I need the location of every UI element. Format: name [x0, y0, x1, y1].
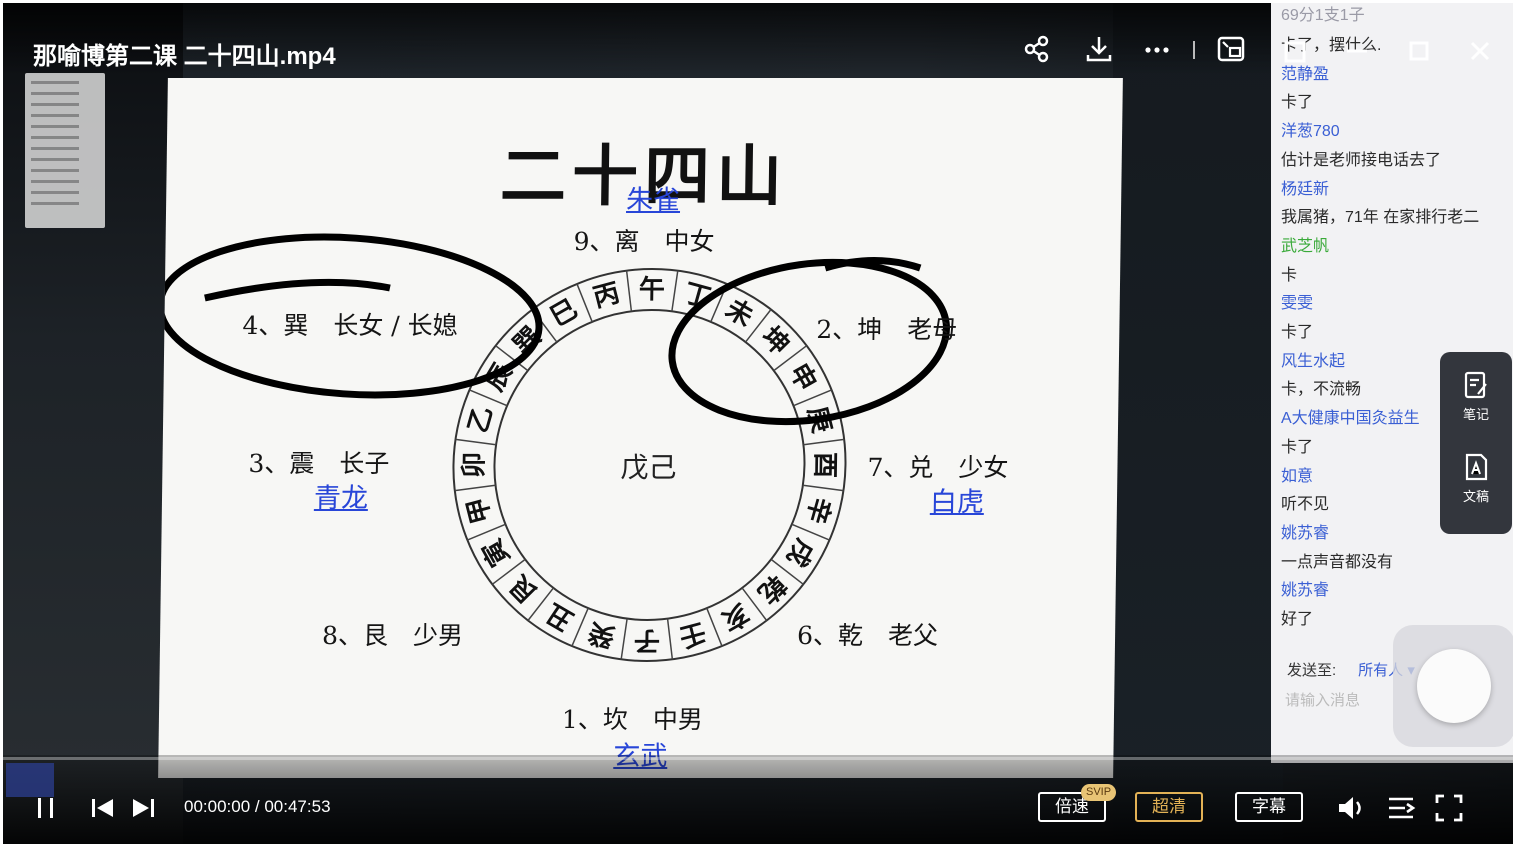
- trigram-gen: 8、艮 少男: [321, 621, 464, 650]
- trigram-qian: 6、乾 老父: [796, 621, 939, 650]
- ring-character: 酉: [809, 452, 839, 478]
- ring-character: 辛: [800, 494, 837, 527]
- quality-button[interactable]: 超清: [1135, 792, 1203, 822]
- notes-label: 笔记: [1462, 408, 1489, 423]
- time-display: 00:00:00 / 00:47:53: [184, 797, 331, 816]
- next-icon[interactable]: [129, 793, 159, 823]
- ring-character: 丑: [541, 597, 579, 636]
- ring-character: 申: [783, 359, 822, 397]
- ring-character: 卯: [459, 452, 489, 478]
- ring-spoke: [802, 484, 844, 492]
- close-icon[interactable]: [1460, 31, 1500, 71]
- chat-message: 卡: [1281, 266, 1298, 284]
- chat-message: 我属猪，71年 在家排行老二: [1281, 209, 1480, 227]
- trigram-zhen: 3、震 长子: [248, 449, 390, 478]
- assistant-circle: [1417, 649, 1491, 723]
- side-tools-panel: 笔记 文稿: [1440, 352, 1512, 534]
- share-icon[interactable]: [1021, 33, 1053, 65]
- chat-username[interactable]: 洋葱780: [1281, 117, 1340, 141]
- notes-button[interactable]: 笔记: [1440, 370, 1512, 423]
- ring-character: 戌: [780, 534, 819, 572]
- trigram-kan: 1、坎 中男: [561, 705, 704, 734]
- trigram-dui: 7、兑 少女: [867, 453, 1009, 482]
- chat-top-snippet: 69分1支1子: [1281, 7, 1365, 24]
- ring-character: 子: [634, 625, 660, 655]
- direction-west: 白虎: [929, 487, 985, 518]
- pause-icon[interactable]: [31, 793, 61, 823]
- ring-character: 午: [639, 274, 665, 305]
- chat-message: 卡了: [1281, 438, 1314, 456]
- ring-spoke: [455, 438, 497, 446]
- playlist-icon[interactable]: [1385, 792, 1417, 824]
- video-title: 那喻博第二课 二十四山.mp4: [33, 43, 336, 70]
- ring-character: 甲: [462, 494, 497, 527]
- send-to-label: 发送至:: [1287, 662, 1337, 679]
- transcript-label: 文稿: [1462, 490, 1489, 505]
- volume-icon[interactable]: [1335, 792, 1369, 824]
- chat-username[interactable]: 风生水起: [1281, 347, 1345, 371]
- more-icon[interactable]: [1141, 33, 1173, 65]
- video-right-edge: [1113, 3, 1283, 844]
- chat-username[interactable]: 杨廷新: [1281, 175, 1329, 199]
- toolbar-separator: [1193, 41, 1195, 59]
- ring-character: 乙: [463, 403, 499, 436]
- chat-username[interactable]: 如意: [1281, 462, 1313, 486]
- maximize-icon[interactable]: [1399, 31, 1439, 71]
- progress-bar[interactable]: [3, 757, 1513, 760]
- chat-username[interactable]: 姚苏睿: [1281, 519, 1329, 543]
- prev-icon[interactable]: [87, 793, 117, 823]
- ring-character: 亥: [716, 597, 754, 637]
- hand-drawn-stroke-xun: [204, 278, 391, 302]
- ring-character: 壬: [676, 616, 709, 652]
- chat-message: 卡了: [1281, 94, 1314, 112]
- chat-message: 估计是老师接电话去了: [1281, 151, 1442, 169]
- ring-character: 丙: [590, 278, 623, 314]
- trigram-kun: 2、坤 老母: [816, 315, 958, 344]
- chat-message: 听不见: [1281, 496, 1330, 514]
- trigram-li: 9、离 中女: [573, 227, 715, 256]
- chat-message: 卡，不流畅: [1281, 381, 1362, 399]
- fullscreen-icon[interactable]: [1433, 792, 1465, 824]
- chat-input[interactable]: 请输入消息: [1285, 689, 1360, 710]
- ring-spoke: [803, 438, 845, 446]
- chat-username[interactable]: 雯雯: [1281, 289, 1313, 313]
- pip-icon[interactable]: [1215, 33, 1247, 65]
- chat-message: 卡了: [1281, 324, 1314, 341]
- direction-south: 朱雀: [625, 185, 681, 216]
- ring-character: 癸: [584, 616, 619, 653]
- chat-message: 好了: [1281, 611, 1314, 628]
- svip-badge: SVIP: [1081, 784, 1117, 801]
- subtitle-button[interactable]: 字幕: [1235, 792, 1303, 822]
- transcript-icon: [1465, 453, 1488, 481]
- minimized-window-edge: [6, 763, 54, 797]
- minimize-icon[interactable]: [1337, 31, 1377, 71]
- title-bar: 那喻博第二课 二十四山.mp4: [3, 3, 1293, 75]
- direction-east: 青龙: [313, 483, 369, 514]
- chat-username[interactable]: 姚苏睿: [1281, 576, 1329, 600]
- ring-spoke: [620, 618, 628, 660]
- note-icon: [1464, 371, 1487, 399]
- transcript-button[interactable]: 文稿: [1440, 452, 1512, 505]
- ring-character: 寅: [476, 534, 516, 572]
- center-label: 戊己: [620, 451, 677, 484]
- restore-icon[interactable]: [1275, 31, 1315, 71]
- ring-spoke: [625, 270, 633, 312]
- trigram-xun: 4、巽 长女 / 长媳: [242, 311, 458, 340]
- download-icon[interactable]: [1083, 33, 1115, 65]
- ring-spoke: [454, 484, 496, 492]
- video-player[interactable]: 二十四山 午丁未坤申庚酉辛戌乾亥壬子癸丑艮寅甲卯乙辰巽巳丙 朱雀 9、离 中女 …: [3, 3, 1513, 844]
- background-screen-thumbnail: [25, 73, 105, 228]
- chat-username[interactable]: 武芝帆: [1281, 232, 1329, 256]
- ring-character: 巳: [545, 294, 582, 333]
- ring-spoke: [671, 270, 679, 312]
- ring-character: 未: [720, 294, 758, 333]
- chat-message: 一点声音都没有: [1281, 553, 1394, 571]
- lecture-slide: 二十四山 午丁未坤申庚酉辛戌乾亥壬子癸丑艮寅甲卯乙辰巽巳丙 朱雀 9、离 中女 …: [158, 78, 1123, 778]
- chat-username[interactable]: A大健康中国灸益生: [1281, 404, 1420, 428]
- ring-spoke: [666, 618, 674, 660]
- floating-assistant-button[interactable]: [1393, 625, 1513, 747]
